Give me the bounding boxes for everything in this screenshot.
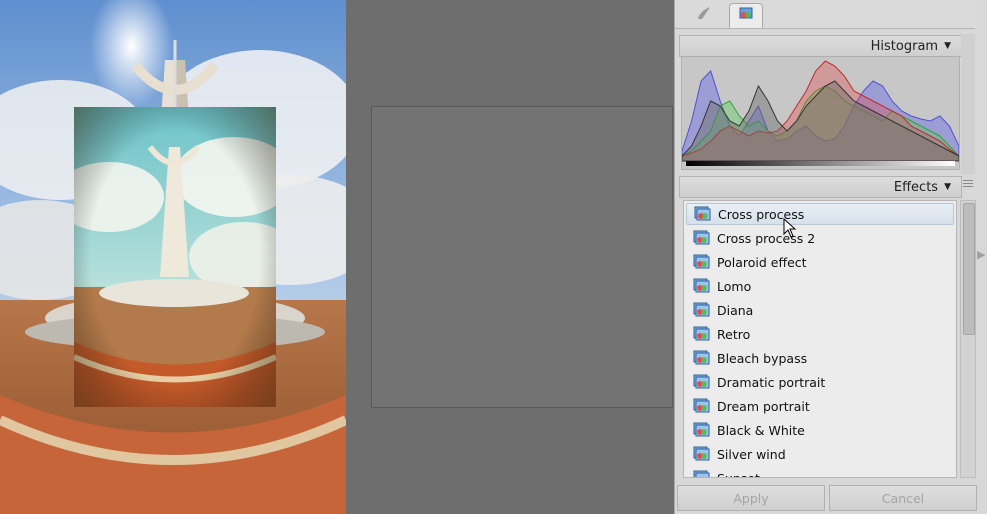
side-panel: Histogram ▼ Effects ▼ Cross process Cross… xyxy=(674,0,987,514)
effect-label: Lomo xyxy=(717,278,752,294)
effect-label: Bleach bypass xyxy=(717,350,808,366)
effect-icon xyxy=(692,446,710,462)
effect-label: Dream portrait xyxy=(717,398,810,414)
effect-icon xyxy=(692,374,710,390)
brush-icon xyxy=(696,5,714,25)
scrollbar-thumb[interactable] xyxy=(963,203,975,335)
effect-item[interactable]: Cross process xyxy=(686,203,954,225)
effects-list: Cross process Cross process 2 Polaroid eff… xyxy=(683,200,957,478)
effects-scrollbar[interactable] xyxy=(960,200,976,478)
effect-item[interactable]: Dramatic portrait xyxy=(686,371,954,393)
effect-item[interactable]: Retro xyxy=(686,323,954,345)
effect-label: Black & White xyxy=(717,422,805,438)
effect-icon xyxy=(692,470,710,477)
preview-image xyxy=(74,107,276,407)
effect-label: Dramatic portrait xyxy=(717,374,826,390)
histogram-chart xyxy=(681,56,960,170)
cancel-button[interactable]: Cancel xyxy=(829,485,977,511)
apply-button[interactable]: Apply xyxy=(677,485,825,511)
effect-icon xyxy=(692,230,710,246)
effect-label: Diana xyxy=(717,302,754,318)
effect-icon xyxy=(692,278,710,294)
chevron-down-icon: ▼ xyxy=(944,41,951,51)
grip-icon[interactable] xyxy=(963,178,973,192)
effects-icon xyxy=(737,6,755,26)
histogram-header[interactable]: Histogram ▼ xyxy=(679,35,962,57)
effect-item[interactable]: Bleach bypass xyxy=(686,347,954,369)
effect-label: Silver wind xyxy=(717,446,786,462)
effect-item[interactable]: Sunset xyxy=(686,467,954,478)
histogram-gradient-bar xyxy=(686,161,955,166)
panel-tabs xyxy=(675,0,975,29)
effects-title: Effects xyxy=(893,179,939,195)
effect-item[interactable]: Dream portrait xyxy=(686,395,954,417)
effect-icon xyxy=(692,398,710,414)
effect-label: Polaroid effect xyxy=(717,254,807,270)
effect-icon xyxy=(692,422,710,438)
effect-item[interactable]: Black & White xyxy=(686,419,954,441)
effect-item[interactable]: Lomo xyxy=(686,275,954,297)
mouse-cursor-icon xyxy=(783,217,797,242)
effect-icon xyxy=(692,302,710,318)
tab-brush[interactable] xyxy=(689,3,721,27)
effect-item[interactable]: Diana xyxy=(686,299,954,321)
effect-icon xyxy=(692,254,710,270)
canvas-frame xyxy=(371,106,673,408)
histogram-scrollbar xyxy=(961,34,975,174)
effect-item[interactable]: Silver wind xyxy=(686,443,954,465)
effect-label: Sunset xyxy=(717,470,760,478)
effect-item[interactable]: Cross process 2 xyxy=(686,227,954,249)
histogram-title: Histogram xyxy=(870,38,939,54)
effect-item[interactable]: Polaroid effect xyxy=(686,251,954,273)
effect-icon xyxy=(692,326,710,342)
tab-effects[interactable] xyxy=(729,3,763,28)
effect-label: Cross process 2 xyxy=(717,230,816,246)
canvas-area xyxy=(346,0,674,514)
effect-label: Retro xyxy=(717,326,751,342)
chevron-down-icon: ▼ xyxy=(944,182,951,192)
effect-icon xyxy=(692,350,710,366)
chevron-right-icon[interactable]: ▶ xyxy=(977,248,985,261)
effect-icon xyxy=(693,206,711,222)
effects-header[interactable]: Effects ▼ xyxy=(679,176,962,198)
